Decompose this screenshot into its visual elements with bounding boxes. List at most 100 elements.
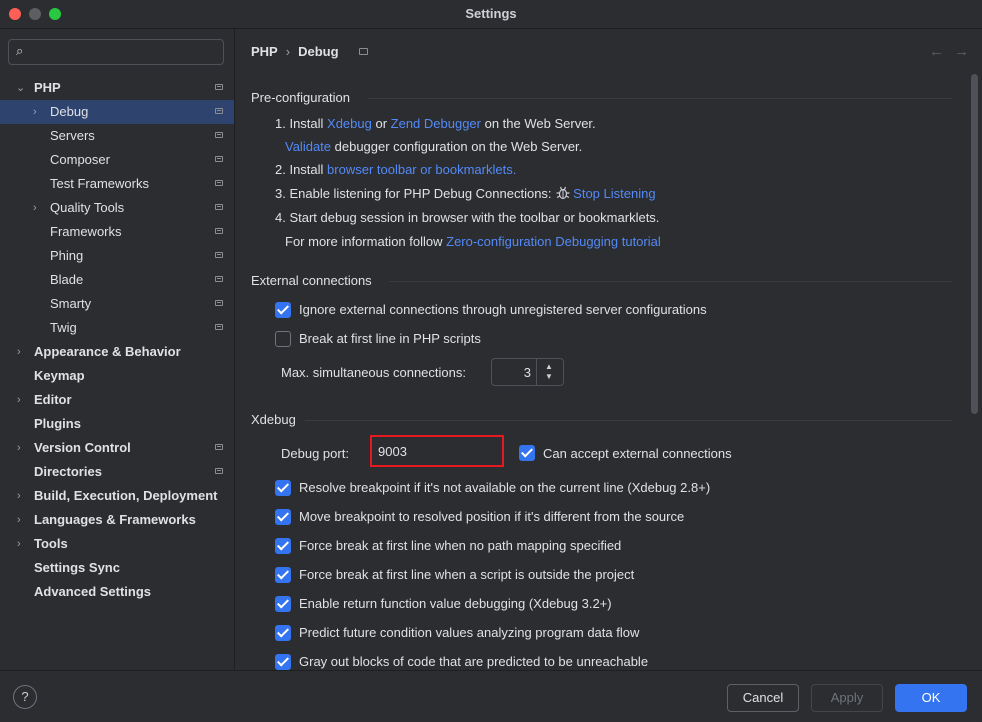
project-scope-icon [215, 156, 223, 162]
sidebar-item-editor[interactable]: › Editor [0, 388, 234, 412]
section-preconfiguration: Pre-configuration [251, 90, 350, 105]
settings-content: PHP › Debug ← → Pre-configuration 1. Insta… [235, 29, 982, 670]
section-divider [368, 98, 952, 99]
chevron-down-icon: ⌄ [16, 82, 26, 94]
project-scope-icon [215, 180, 223, 186]
ignore-external-label: Ignore external connections through unre… [299, 302, 707, 317]
validate-link[interactable]: Validate [285, 139, 331, 154]
option-label: Enable return function value debugging (… [299, 596, 612, 611]
option-checkbox[interactable] [275, 538, 291, 554]
project-scope-icon [215, 300, 223, 306]
sidebar: ⌕ ⌄ PHP › Debug Servers Composer Test Fr… [0, 29, 235, 670]
preconfig-step-4: 4. Start debug session in browser with t… [275, 210, 660, 225]
stop-listening-link[interactable]: Stop Listening [573, 186, 655, 201]
settings-window: Settings ⌕ ⌄ PHP › Debug Servers Compose… [0, 0, 982, 722]
option-checkbox[interactable] [275, 596, 291, 612]
max-connections-value: 3 [523, 365, 531, 380]
browser-toolbar-link[interactable]: browser toolbar or bookmarklets. [327, 162, 516, 177]
sidebar-item-build-execution-deployment[interactable]: › Build, Execution, Deployment [0, 484, 234, 508]
sidebar-item-blade[interactable]: Blade [0, 268, 234, 292]
sidebar-item-directories[interactable]: Directories [0, 460, 234, 484]
option-checkbox[interactable] [275, 480, 291, 496]
project-scope-icon [215, 468, 223, 474]
sidebar-item-quality-tools[interactable]: › Quality Tools [0, 196, 234, 220]
chevron-right-icon: › [17, 394, 21, 406]
search-icon: ⌕ [16, 43, 24, 58]
max-connections-stepper[interactable]: 3 ▲ ▼ [491, 358, 564, 386]
sidebar-item-appearance-behavior[interactable]: › Appearance & Behavior [0, 340, 234, 364]
chevron-up-icon[interactable]: ▲ [545, 362, 553, 371]
project-scope-icon [215, 324, 223, 330]
preconfig-step-3: 3. Enable listening for PHP Debug Connec… [275, 186, 656, 201]
option-label: Predict future condition values analyzin… [299, 625, 640, 640]
title-bar: Settings [0, 0, 982, 29]
preconfig-step-1: 1. Install Xdebug or Zend Debugger on th… [275, 116, 596, 131]
scrollbar[interactable] [971, 74, 978, 414]
window-title: Settings [465, 6, 517, 21]
cancel-button[interactable]: Cancel [727, 684, 799, 712]
option-label: Gray out blocks of code that are predict… [299, 654, 649, 669]
section-external-connections: External connections [251, 273, 372, 288]
sidebar-item-twig[interactable]: Twig [0, 316, 234, 340]
bug-icon [556, 186, 570, 200]
xdebug-link[interactable]: Xdebug [327, 116, 372, 131]
option-label: Move breakpoint to resolved position if … [299, 509, 685, 524]
ok-button[interactable]: OK [895, 684, 967, 712]
project-scope-icon [215, 276, 223, 282]
preconfig-step-2: 2. Install browser toolbar or bookmarkle… [275, 162, 517, 177]
sidebar-item-php[interactable]: ⌄ PHP [0, 76, 234, 100]
forward-arrow-icon[interactable]: → [954, 43, 969, 60]
stepper-buttons[interactable]: ▲ ▼ [536, 359, 563, 385]
search-input[interactable]: ⌕ [8, 39, 224, 65]
zero-config-tutorial-link[interactable]: Zero-configuration Debugging tutorial [446, 234, 661, 249]
accept-external-checkbox[interactable] [519, 445, 535, 461]
sidebar-item-phing[interactable]: Phing [0, 244, 234, 268]
option-label: Force break at first line when no path m… [299, 538, 622, 553]
sidebar-item-version-control[interactable]: › Version Control [0, 436, 234, 460]
chevron-right-icon: › [17, 514, 21, 526]
preconfig-more-info: For more information follow Zero-configu… [285, 234, 661, 249]
chevron-right-icon: › [17, 538, 21, 550]
break-first-line-checkbox[interactable] [275, 331, 291, 347]
breadcrumb-separator-icon: › [285, 44, 291, 59]
section-divider [305, 420, 952, 421]
project-scope-icon [215, 108, 223, 114]
sidebar-item-test-frameworks[interactable]: Test Frameworks [0, 172, 234, 196]
zend-debugger-link[interactable]: Zend Debugger [391, 116, 481, 131]
sidebar-item-debug[interactable]: › Debug [0, 100, 234, 124]
breadcrumb-parent[interactable]: PHP [251, 44, 278, 59]
debug-port-input[interactable]: 9003 [370, 435, 504, 467]
project-scope-icon [215, 204, 223, 210]
breadcrumb: PHP › Debug [251, 44, 339, 59]
option-checkbox[interactable] [275, 509, 291, 525]
sidebar-item-servers[interactable]: Servers [0, 124, 234, 148]
sidebar-item-tools[interactable]: › Tools [0, 532, 234, 556]
chevron-right-icon: › [17, 442, 21, 454]
sidebar-item-smarty[interactable]: Smarty [0, 292, 234, 316]
back-arrow-icon[interactable]: ← [929, 43, 944, 60]
option-checkbox[interactable] [275, 567, 291, 583]
sidebar-item-composer[interactable]: Composer [0, 148, 234, 172]
project-scope-icon [359, 48, 368, 55]
option-label: Force break at first line when a script … [299, 567, 635, 582]
sidebar-item-plugins[interactable]: Plugins [0, 412, 234, 436]
chevron-right-icon: › [17, 346, 21, 358]
sidebar-item-keymap[interactable]: Keymap [0, 364, 234, 388]
chevron-right-icon: › [33, 202, 37, 214]
option-checkbox[interactable] [275, 654, 291, 670]
sidebar-item-frameworks[interactable]: Frameworks [0, 220, 234, 244]
ignore-external-checkbox[interactable] [275, 302, 291, 318]
accept-external-label: Can accept external connections [543, 446, 732, 461]
debug-port-label: Debug port: [281, 446, 349, 461]
help-button[interactable]: ? [13, 685, 37, 709]
section-divider [389, 281, 952, 282]
apply-button[interactable]: Apply [811, 684, 883, 712]
break-first-line-label: Break at first line in PHP scripts [299, 331, 481, 346]
sidebar-item-languages-frameworks[interactable]: › Languages & Frameworks [0, 508, 234, 532]
sidebar-item-settings-sync[interactable]: Settings Sync [0, 556, 234, 580]
sidebar-item-advanced-settings[interactable]: Advanced Settings [0, 580, 234, 604]
option-checkbox[interactable] [275, 625, 291, 641]
chevron-down-icon[interactable]: ▼ [545, 372, 553, 381]
breadcrumb-current: Debug [298, 44, 339, 59]
chevron-right-icon: › [17, 490, 21, 502]
